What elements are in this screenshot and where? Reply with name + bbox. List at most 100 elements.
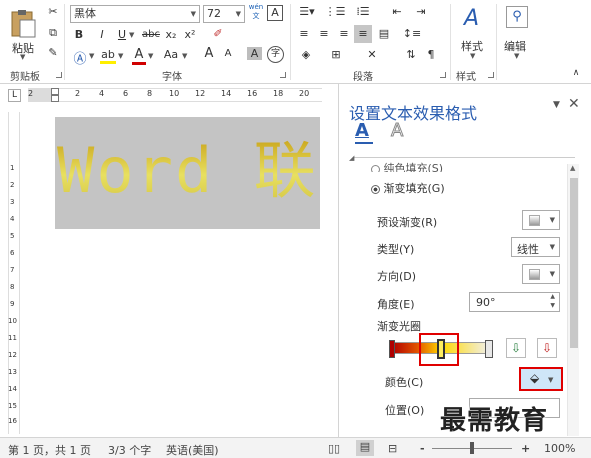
justify-icon[interactable]: ≡ (354, 25, 372, 43)
tab-text-effects[interactable]: A (390, 120, 409, 144)
collapse-ribbon-icon[interactable]: ∧ (570, 68, 582, 78)
shrink-font-button[interactable]: A (222, 48, 234, 59)
font-name-combo[interactable]: 黑体 ▼ (70, 5, 200, 23)
underline-button[interactable]: U (116, 28, 128, 41)
superscript-button[interactable]: x² (182, 28, 198, 41)
angle-spinner[interactable]: 90° ▲ ▼ (469, 292, 560, 312)
radio-solid-fill[interactable]: 纯色填充(S) (371, 160, 521, 172)
align-left-icon[interactable]: ≡ (296, 27, 312, 40)
paragraph-group-label: 段落 (353, 72, 373, 83)
format-painter-icon[interactable]: ✎ (46, 46, 60, 60)
vruler-mark: 3 (10, 198, 15, 206)
line-spacing-icon[interactable]: ↕≡ (402, 27, 422, 40)
sort-icon[interactable]: ⇅ (402, 48, 420, 61)
vruler-mark: 14 (8, 385, 17, 393)
italic-button[interactable]: I (96, 28, 108, 41)
vruler-mark: 6 (10, 249, 15, 257)
gradient-stop-right[interactable] (485, 340, 493, 358)
zoom-in-button[interactable]: + (521, 442, 530, 455)
horizontal-ruler[interactable]: 2 2 4 6 8 10 12 14 16 18 20 (28, 88, 333, 102)
page-count[interactable]: 第 1 页，共 1 页 (8, 442, 91, 458)
paste-icon (11, 10, 36, 38)
vertical-ruler[interactable]: 1 2 3 4 5 6 7 8 9 10 11 12 13 14 15 16 (8, 112, 20, 434)
scrollbar-thumb[interactable] (570, 178, 578, 348)
ruler-mark: 6 (123, 89, 129, 98)
highlight-button[interactable]: ab (100, 48, 116, 64)
distributed-icon[interactable]: ▤ (376, 27, 392, 40)
editing-button[interactable]: ⚲ 编辑 ▼ (500, 4, 534, 62)
vruler-mark: 9 (10, 300, 15, 308)
align-center-icon[interactable]: ≡ (316, 27, 332, 40)
increase-indent-icon[interactable]: ⇥ (412, 5, 430, 18)
paste-button[interactable]: 粘贴 ▼ (6, 6, 40, 61)
vruler-mark: 10 (8, 317, 17, 325)
gradient-stops-label: 渐变光圈 (377, 320, 421, 333)
chinese-layout-icon[interactable]: ✕ (362, 48, 382, 61)
styles-launcher[interactable] (488, 72, 494, 78)
text-effects-button[interactable]: Ⓐ (72, 48, 88, 67)
change-case-button[interactable]: Aa (162, 48, 180, 61)
vruler-mark: 1 (10, 164, 15, 172)
numbering-icon[interactable]: ⋮☰ (324, 5, 346, 18)
color-picker-button[interactable]: ⬙ ▼ (519, 367, 563, 391)
preset-gradient-label: 预设渐变(R) (377, 216, 438, 229)
vruler-mark: 15 (8, 402, 17, 410)
read-mode-icon[interactable]: ▯▯ (328, 442, 340, 455)
multilevel-list-icon[interactable]: ⁞☰ (352, 5, 374, 18)
direction-label: 方向(D) (377, 270, 417, 283)
font-color-button[interactable]: A (132, 47, 146, 65)
ruler-mark: 2 (28, 89, 34, 98)
copy-icon[interactable]: ⧉ (46, 26, 60, 40)
bold-button[interactable]: B (72, 28, 86, 41)
tab-text-fill[interactable]: A (355, 120, 373, 144)
vruler-mark: 5 (10, 232, 15, 240)
ribbon: 粘贴 ▼ ✂ ⧉ ✎ 剪贴板 黑体 ▼ 72 ▼ wén 文 A B I U ▼ ab… (0, 0, 591, 84)
paragraph-launcher[interactable] (440, 72, 446, 78)
grow-font-button[interactable]: A (202, 46, 216, 61)
zoom-out-button[interactable]: - (420, 442, 425, 455)
ruler-mark: 4 (99, 89, 105, 98)
cut-icon[interactable]: ✂ (46, 5, 60, 19)
color-label: 颜色(C) (385, 376, 424, 389)
remove-gradient-stop-button[interactable]: ⇩ (537, 338, 557, 358)
bullets-icon[interactable]: ☰▾ (296, 5, 318, 18)
collapse-caret-icon[interactable]: ◢ (349, 154, 354, 162)
enclose-characters-button[interactable]: 字 (267, 46, 284, 63)
decrease-indent-icon[interactable]: ⇤ (388, 5, 406, 18)
borders-icon[interactable]: ⊞ (326, 48, 346, 61)
clear-formatting-icon[interactable]: ✐ (210, 27, 226, 40)
language-indicator[interactable]: 英语(美国) (166, 442, 219, 458)
zoom-slider-thumb[interactable] (470, 442, 474, 454)
character-border-button[interactable]: A (267, 5, 283, 21)
pane-scrollbar[interactable]: ▲ (567, 164, 579, 436)
print-layout-icon[interactable]: ▤ (356, 440, 374, 456)
clipboard-launcher[interactable] (56, 72, 62, 78)
gradient-text[interactable]: Word 联 (57, 131, 318, 211)
close-icon[interactable]: ✕ (568, 96, 580, 112)
gradient-stop-left[interactable] (389, 340, 395, 358)
shading-icon[interactable]: ◈ (296, 48, 316, 61)
word-count[interactable]: 3/3 个字 (108, 442, 151, 458)
radio-gradient-fill[interactable]: 渐变填充(G) (371, 180, 521, 195)
pane-options-icon[interactable]: ▼ (553, 100, 560, 110)
phonetic-guide-button[interactable]: wén 文 (248, 3, 264, 21)
web-layout-icon[interactable]: ⊟ (388, 442, 397, 455)
character-shading-button[interactable]: A (247, 47, 262, 60)
zoom-level[interactable]: 100% (544, 442, 575, 455)
font-size-combo[interactable]: 72 ▼ (203, 5, 245, 23)
align-right-icon[interactable]: ≡ (336, 27, 352, 40)
selected-text-box[interactable]: Word 联 (55, 117, 320, 229)
show-marks-icon[interactable]: ¶ (424, 48, 438, 61)
styles-button[interactable]: A 样式 ▼ (456, 4, 492, 62)
subscript-button[interactable]: x₂ (163, 28, 179, 41)
add-gradient-stop-button[interactable]: ⇩ (506, 338, 526, 358)
type-dropdown[interactable]: 线性 ▼ (511, 237, 560, 257)
font-launcher[interactable] (280, 72, 286, 78)
direction-dropdown[interactable]: ▼ (522, 264, 560, 284)
ruler-mark: 8 (147, 89, 153, 98)
preset-gradient-dropdown[interactable]: ▼ (522, 210, 560, 230)
ruler-corner[interactable]: L (8, 89, 21, 102)
strikethrough-button[interactable]: abc (141, 29, 161, 40)
ruler-mark: 10 (169, 89, 180, 98)
vruler-mark: 7 (10, 266, 15, 274)
